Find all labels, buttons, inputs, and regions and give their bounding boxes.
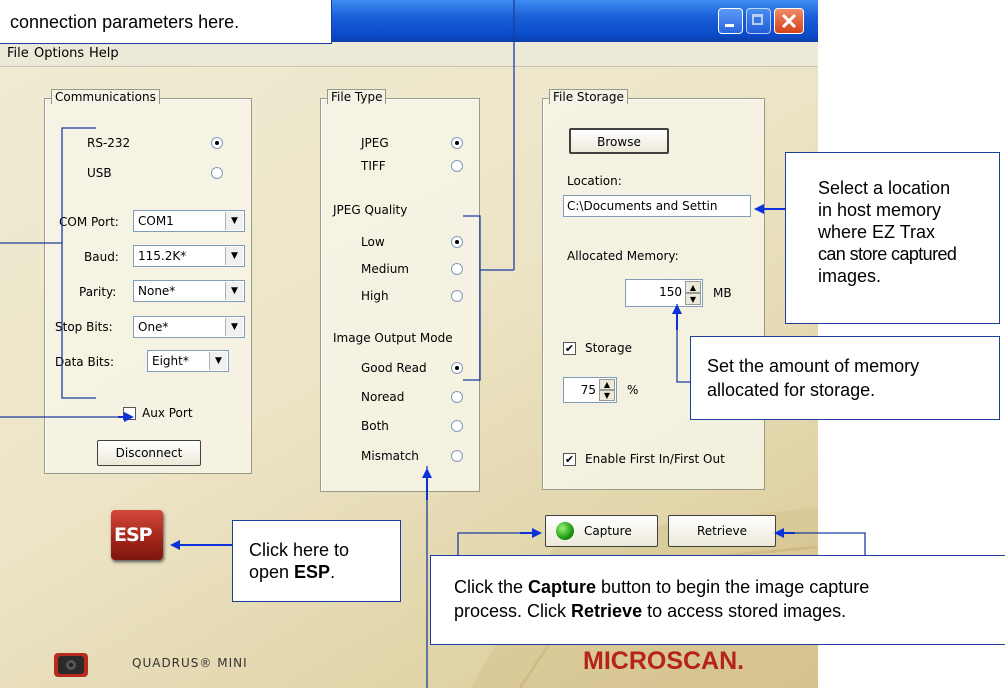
callout-connectors [0,0,866,688]
connector-lines [0,0,866,688]
connector-arrows [118,204,795,550]
